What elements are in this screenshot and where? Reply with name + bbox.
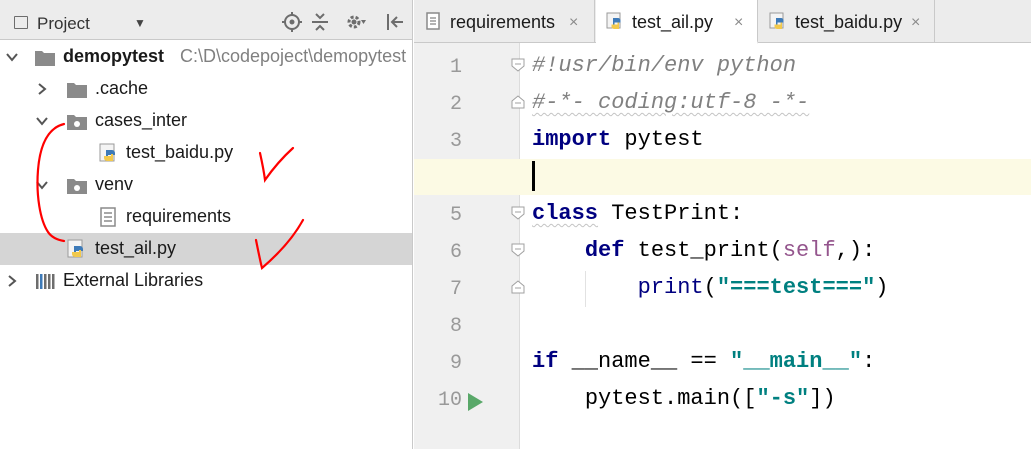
string-token: "__main__"	[730, 349, 863, 374]
tree-item-venv[interactable]: venv	[0, 169, 412, 201]
tab-label: test_ail.py	[632, 12, 714, 32]
code-token: __name__ ==	[558, 349, 731, 374]
line-number: 8	[449, 315, 462, 338]
chevron-down-icon[interactable]	[4, 49, 20, 65]
line-number: 2	[449, 93, 462, 116]
code-editor: requirements × test_ail.py × test_baidu.…	[414, 0, 1031, 449]
run-icon[interactable]	[466, 392, 484, 412]
editor-gutter[interactable]: 1 2 3 4 5 6 7 8 9 10	[414, 43, 525, 449]
chevron-right-icon[interactable]	[34, 81, 50, 97]
indent-token	[532, 275, 638, 300]
code-text-area[interactable]: #!usr/bin/env python #-*- coding:utf-8 -…	[414, 43, 1031, 449]
editor-tab-bar: requirements × test_ail.py × test_baidu.…	[414, 0, 1031, 44]
keyword-token: import	[532, 127, 612, 152]
code-token: )	[875, 275, 889, 300]
keyword-token: def	[584, 238, 625, 263]
tree-item-test-baidu[interactable]: test_baidu.py	[0, 137, 412, 169]
project-panel-header: Project ▼	[0, 0, 412, 40]
chevron-right-icon[interactable]	[4, 273, 20, 289]
close-icon[interactable]: ×	[911, 14, 920, 32]
tab-test-ail[interactable]: test_ail.py ×	[596, 0, 758, 44]
code-token: :	[862, 349, 876, 374]
tree-item-label: test_baidu.py	[126, 142, 234, 162]
tree-item-label: .cache	[95, 78, 149, 98]
current-line-highlight	[414, 159, 1031, 195]
tree-item-cache[interactable]: .cache	[0, 73, 412, 105]
collapse-icon[interactable]	[309, 11, 331, 33]
folder-icon	[66, 79, 88, 99]
libraries-icon	[34, 271, 56, 291]
python-file-icon	[98, 143, 120, 163]
folder-icon	[34, 47, 56, 67]
code-token: test_print(	[624, 238, 783, 263]
code-line-1: #!usr/bin/env python	[532, 53, 796, 78]
project-panel: Project ▼ demopytest C:\D\codepoject\dem…	[0, 0, 413, 449]
line-number: 7	[449, 278, 462, 301]
gear-icon[interactable]	[345, 11, 367, 33]
tab-label: test_baidu.py	[795, 12, 903, 32]
tree-item-label: demopytest	[63, 46, 165, 66]
string-token: "===test==="	[716, 275, 876, 300]
line-number: 10	[437, 389, 462, 412]
tab-test-baidu[interactable]: test_baidu.py ×	[759, 0, 935, 43]
close-icon[interactable]: ×	[569, 14, 578, 32]
code-line-6: def test_print(self,):	[532, 238, 875, 263]
line-number: 1	[449, 56, 462, 79]
package-folder-icon	[66, 175, 88, 195]
code-token: ])	[809, 386, 836, 411]
line-number: 9	[449, 352, 462, 375]
tab-label: requirements	[450, 12, 556, 32]
tab-requirements[interactable]: requirements ×	[414, 0, 595, 43]
code-line-2: #-*- coding:utf-8 -*-	[532, 90, 809, 115]
code-line-7: print("===test===")	[532, 275, 889, 300]
keyword-token: if	[532, 349, 559, 374]
tree-item-cases-inter[interactable]: cases_inter	[0, 105, 412, 137]
text-file-icon	[424, 12, 442, 30]
text-caret	[532, 161, 535, 191]
code-token: TestPrint:	[598, 201, 744, 226]
tree-item-requirements[interactable]: requirements	[0, 201, 412, 233]
close-icon[interactable]: ×	[734, 14, 743, 32]
tree-item-label: External Libraries	[63, 270, 204, 290]
self-token: self	[782, 238, 836, 263]
line-number: 5	[449, 204, 462, 227]
indent-token	[532, 386, 585, 411]
project-path: C:\D\codepoject\demopytest	[180, 46, 407, 66]
indent-token	[532, 238, 585, 263]
python-file-icon	[769, 12, 787, 30]
code-line-3: import pytest	[532, 127, 704, 152]
code-token: ,):	[835, 238, 876, 263]
locate-icon[interactable]	[281, 11, 303, 33]
code-token: pytest.main([	[584, 386, 757, 411]
chevron-down-icon[interactable]	[34, 113, 50, 129]
package-folder-icon	[66, 111, 88, 131]
code-token: pytest	[611, 127, 704, 152]
line-number: 6	[449, 241, 462, 264]
line-number: 3	[449, 130, 462, 153]
tree-item-demopytest[interactable]: demopytest C:\D\codepoject\demopytest	[0, 41, 412, 73]
hide-icon[interactable]	[384, 11, 406, 33]
python-file-icon	[66, 239, 88, 259]
tree-item-label: test_ail.py	[95, 238, 177, 258]
comment-token: #!usr/bin/env python	[532, 53, 797, 78]
code-token: (	[703, 275, 717, 300]
project-view-title[interactable]: Project	[37, 14, 90, 34]
python-file-icon	[606, 12, 624, 30]
tree-item-test-ail[interactable]: test_ail.py	[0, 233, 412, 265]
builtin-token: print	[637, 275, 704, 300]
caret-down-icon[interactable]: ▼	[134, 16, 146, 30]
chevron-down-icon[interactable]	[34, 177, 50, 193]
text-file-icon	[98, 207, 120, 227]
comment-token: #-*- coding:utf-8 -*-	[532, 90, 810, 115]
tree-item-label: venv	[95, 174, 134, 194]
string-token: "-s"	[756, 386, 810, 411]
tree-item-label: requirements	[126, 206, 232, 226]
code-line-10: pytest.main(["-s"])	[532, 386, 836, 411]
code-line-9: if __name__ == "__main__":	[532, 349, 875, 374]
code-line-5: class TestPrint:	[532, 201, 743, 226]
tree-item-label: cases_inter	[95, 110, 188, 130]
tree-item-external-libraries[interactable]: External Libraries	[0, 265, 412, 297]
keyword-token: class	[532, 201, 599, 226]
project-view-icon	[14, 16, 28, 29]
